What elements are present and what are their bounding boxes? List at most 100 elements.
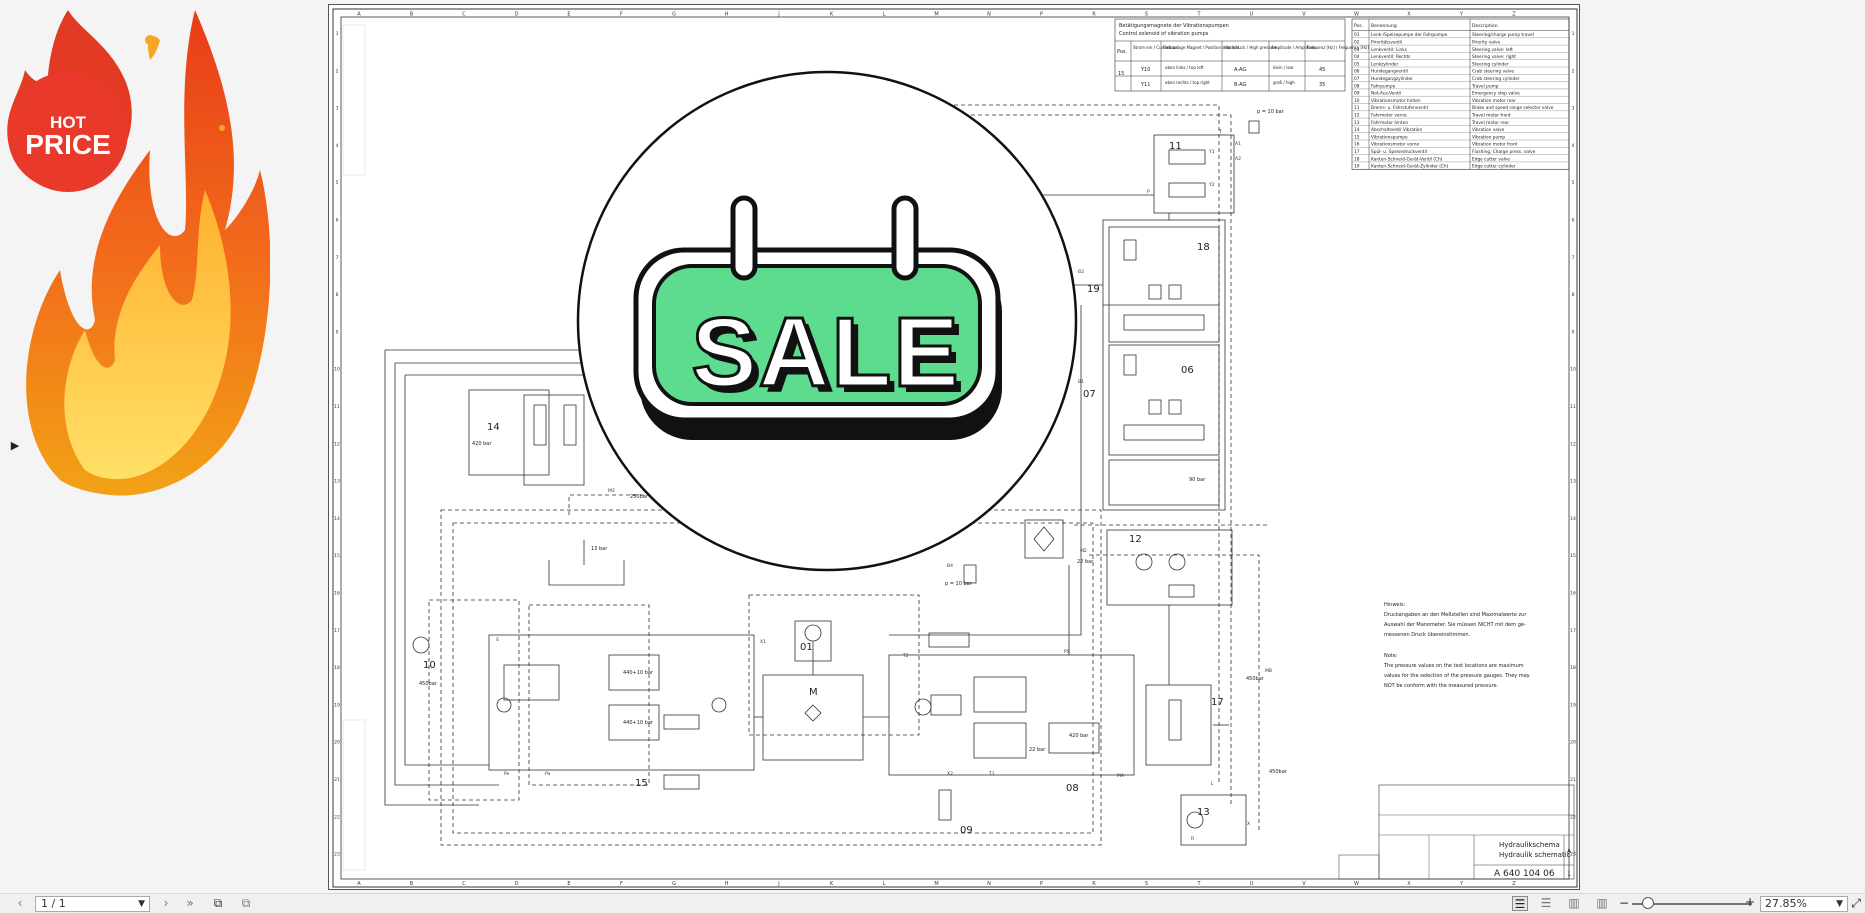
grid-letter: A [357,12,361,18]
parts-table-cell: 05 [1354,61,1360,67]
zoom-in-icon[interactable]: + [1745,895,1755,910]
vib-table-cell: B-AG [1234,82,1246,88]
grid-number: 16 [334,591,340,597]
next-page-icon[interactable]: › [160,896,172,911]
grid-number: 7 [336,255,339,261]
grid-letter: U [1250,881,1254,887]
zoom-selector[interactable]: 27.85% ▼ [1760,896,1848,912]
pressure-label: 22 bar [1029,747,1046,753]
pressure-notes: Hinweis: Druckangaben an den Meßstellen … [1383,602,1530,689]
vib-table-header: Pos. [1117,49,1128,55]
parts-table-cell: Brake and speed range selector valve [1472,105,1554,111]
grid-letter: N [987,881,991,887]
grid-letter: F [620,12,623,18]
grid-letter: E [567,881,570,887]
grid-letter: A [357,881,361,887]
chevron-down-icon: ▼ [138,899,145,909]
grid-letter: T [1196,881,1201,887]
grid-number: 10 [1570,367,1576,373]
grid-letter: Z [1512,881,1516,887]
grid-letter: X [1407,881,1411,887]
vib-table-cell: Y11 [1140,82,1150,88]
parts-table-cell: 11 [1354,105,1360,111]
grid-letter: N [987,12,991,18]
continuous-view-icon[interactable]: ☰ [1538,896,1554,911]
grid-letter: R [1092,881,1096,887]
grid-letter: B [410,881,414,887]
grid-letter: G [672,881,676,887]
grid-letter: L [883,881,886,887]
parts-table-cell: 10 [1354,98,1360,104]
component-label: 14 [487,422,500,433]
grid-number: 9 [336,329,339,335]
grid-number: 8 [336,292,339,298]
parts-table-cell: Travel motor front [1471,113,1511,119]
vib-table-cell: Y10 [1140,67,1150,73]
parts-table-cell: Vibration motor front [1472,142,1518,148]
prev-page-icon[interactable]: ‹ [14,896,26,911]
component-label: 11 [1169,141,1182,152]
zoom-out-icon[interactable]: − [1619,896,1629,911]
note-en-line: The pressure values on the test location… [1383,663,1524,669]
parts-table-cell: 18 [1354,156,1360,162]
last-page-icon[interactable]: » [183,896,197,911]
grid-number: 22 [334,814,340,820]
grid-letter: V [1302,12,1306,18]
parts-table-cell: 13 [1354,120,1360,126]
parts-table-cell: Travel pump [1471,83,1499,89]
pressure-label: 22 bar [1077,559,1094,565]
parts-table-cell: 09 [1354,91,1360,97]
grid-number: 2 [1572,68,1575,74]
copy-page-icon[interactable]: ⧉ [210,896,226,911]
grid-letter: L [883,12,886,18]
grid-number: 10 [334,367,340,373]
port-label: T2 [902,653,909,659]
parts-table-cell: Abschaltventil Vibration [1371,127,1423,133]
port-label: L [1211,781,1214,787]
parts-table-cell: Kanten-Schneid-Gerät-Zylinder (Ch) [1371,164,1449,170]
grid-letter: J [777,12,779,18]
parts-table-cell: Vibrationsmotor hinten [1371,98,1421,104]
drawing-sheet: 1 [1567,871,1571,878]
grid-number: 1 [1572,31,1575,37]
page-indicator: 1 / 1 [41,897,66,910]
grid-letter: D [515,12,519,18]
parts-table-cell: Vibration pump [1472,134,1505,140]
parts-table-cell: Vibrationsmotor vorne [1371,142,1419,148]
duplicate-icon[interactable]: ⧉ [238,896,254,911]
port-label: Pa [545,771,551,777]
viewer-statusbar: ‹ 1 / 1 ▼ › » ⧉ ⧉ ☰ ☰ ▥ ▥ − + 27.85% ▼ ⤢ [0,893,1865,913]
parts-table-cell: Flushing, Charge press. valve [1472,149,1536,155]
parts-table-cell: 17 [1354,149,1360,155]
page-selector[interactable]: 1 / 1 ▼ [35,896,150,912]
parts-table-cell: Not-Aus-Ventil [1371,91,1401,97]
pressure-label: p = 10 bar [1257,109,1285,115]
grid-number: 6 [1572,218,1575,224]
note-de-line: messenen Druck übereinstimmen. [1384,632,1470,638]
vib-table-header: Frequenz [Hz] / Frequency [Hz] [1307,45,1369,50]
parts-table-cell: 02 [1354,40,1360,46]
parts-table-cell: 14 [1354,127,1360,133]
grid-number: 7 [1572,255,1575,261]
component-label: 12 [1129,534,1142,545]
grid-letter: Y [1459,881,1464,887]
grid-number: 13 [334,479,340,485]
port-label: T [1218,129,1222,135]
parts-table-cell: Kanten-Schneid-Gerät-Ventil (Ch) [1371,156,1443,162]
parts-table-cell: Lenk-/Speisepumpe der Fahrpumpe [1371,32,1448,38]
two-page-view-icon[interactable]: ▥ [1566,896,1582,911]
single-page-view-icon[interactable]: ☰ [1512,896,1528,911]
grid-number: 2 [336,68,339,74]
chevron-down-icon: ▼ [1836,899,1843,909]
parts-table-cell: Fahrmotor hinten [1371,120,1408,126]
two-page-continuous-icon[interactable]: ▥ [1594,896,1610,911]
parts-table-cell: 08 [1354,83,1360,89]
pressure-label: 420 bar [472,441,492,447]
grid-letter: F [620,881,623,887]
zoom-slider-thumb[interactable] [1641,897,1654,909]
grid-number: 6 [336,218,339,224]
vib-table-header: Hochdruck / High pressure [1224,45,1278,50]
grid-number: 11 [1570,404,1576,410]
fullscreen-icon[interactable]: ⤢ [1850,896,1862,911]
parts-table-cell: Brems- u. Fahrstufenventil [1371,105,1428,111]
